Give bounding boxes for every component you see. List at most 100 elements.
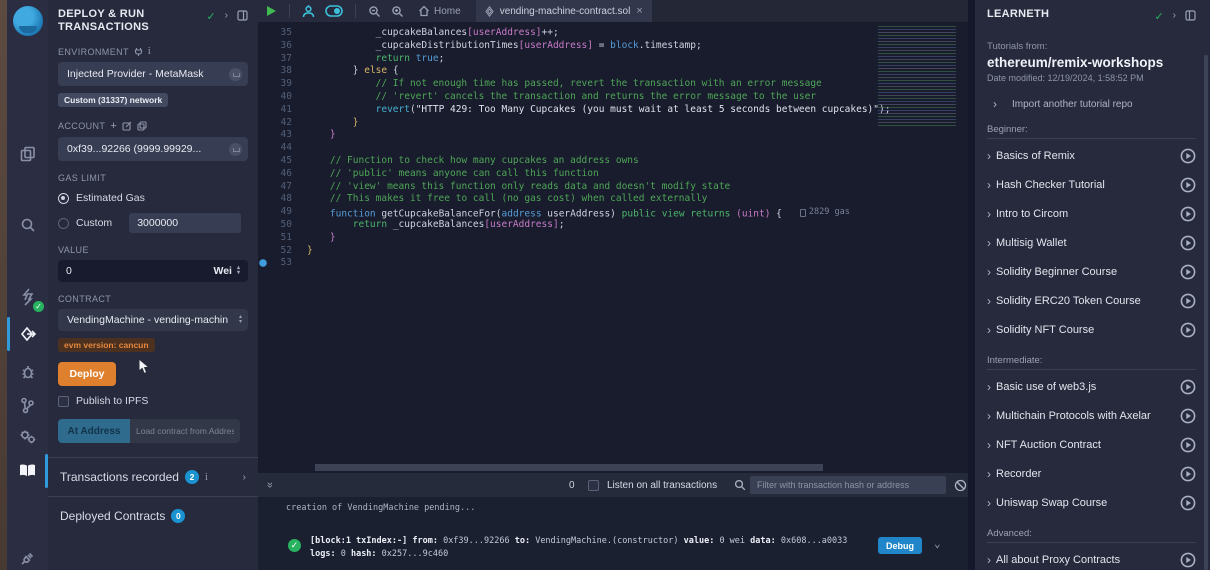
debug-button[interactable]: Debug — [878, 537, 922, 554]
tx-summary[interactable]: [block:1 txIndex:-] from: 0xf39...92266 … — [310, 535, 870, 561]
clear-console-icon[interactable] — [954, 479, 967, 492]
code-line[interactable]: 51 } — [258, 232, 968, 245]
deploy-and-run-icon[interactable] — [7, 321, 48, 347]
tutorial-row[interactable]: ›Recorder — [987, 461, 1196, 486]
add-account-icon[interactable]: + — [110, 120, 117, 132]
transaction-filter-input[interactable] — [750, 476, 946, 494]
code-line[interactable]: 45 // Function to check how many cupcake… — [258, 155, 968, 168]
code-line[interactable]: 49 function getCupcakeBalanceFor(address… — [258, 206, 968, 219]
tutorial-row[interactable]: ›Solidity NFT Course — [987, 317, 1196, 342]
learneth-icon[interactable] — [7, 458, 48, 482]
expand-transactions-icon[interactable]: › — [243, 472, 246, 483]
code-line[interactable]: 35 _cupcakeBalances[userAddress]++; — [258, 27, 968, 40]
play-tutorial-icon[interactable] — [1180, 437, 1196, 453]
listen-transactions-checkbox[interactable] — [588, 480, 599, 491]
code-line[interactable]: 47 // 'view' means this function only re… — [258, 181, 968, 194]
gutter[interactable] — [258, 78, 269, 91]
gutter[interactable] — [258, 168, 269, 181]
gutter[interactable] — [258, 232, 269, 245]
file-explorer-icon[interactable] — [7, 144, 48, 164]
code-line[interactable]: 44 — [258, 142, 968, 155]
code-line[interactable]: 39 // If not enough time has passed, rev… — [258, 78, 968, 91]
publish-ipfs-checkbox[interactable] — [58, 396, 69, 407]
code-line[interactable]: 43 } — [258, 129, 968, 142]
ai-toggle[interactable] — [325, 5, 343, 17]
remixai-assistant-icon[interactable] — [302, 5, 315, 18]
tutorial-row[interactable]: ›Multisig Wallet — [987, 230, 1196, 255]
debugger-icon[interactable] — [7, 362, 48, 382]
tutorial-row[interactable]: ›Hash Checker Tutorial — [987, 172, 1196, 197]
learneth-pin-icon[interactable] — [1185, 10, 1196, 21]
play-tutorial-icon[interactable] — [1180, 293, 1196, 309]
tutorial-row[interactable]: ›Uniswap Swap Course — [987, 490, 1196, 515]
plugin-connect-icon[interactable] — [7, 548, 48, 568]
account-select[interactable]: 0xf39...92266 (9999.99929... — [58, 137, 248, 161]
terminal-log[interactable]: creation of VendingMachine pending... ✓ … — [258, 497, 968, 570]
run-script-icon[interactable] — [266, 5, 277, 17]
play-tutorial-icon[interactable] — [1180, 408, 1196, 424]
environment-dropdown-icon[interactable] — [229, 68, 242, 81]
gutter[interactable] — [258, 206, 269, 219]
value-input[interactable] — [66, 265, 176, 277]
gutter[interactable] — [258, 65, 269, 78]
tutorial-row[interactable]: ›Solidity ERC20 Token Course — [987, 288, 1196, 313]
solidity-compiler-icon[interactable]: ✓ — [7, 285, 48, 309]
tutorial-row[interactable]: ›Basics of Remix — [987, 143, 1196, 168]
code-line[interactable]: 50 return _cupcakeBalances[userAddress]; — [258, 219, 968, 232]
gutter[interactable] — [258, 91, 269, 104]
custom-gas-radio[interactable] — [58, 218, 69, 229]
gutter[interactable] — [258, 40, 269, 53]
remix-logo-icon[interactable] — [7, 5, 48, 37]
tab-vending-machine-contract[interactable]: vending-machine-contract.sol × — [476, 0, 652, 22]
deploy-button[interactable]: Deploy — [58, 362, 116, 386]
play-tutorial-icon[interactable] — [1180, 379, 1196, 395]
play-tutorial-icon[interactable] — [1180, 466, 1196, 482]
code-editor[interactable]: 35 _cupcakeBalances[userAddress]++;36 _c… — [258, 22, 968, 486]
code-line[interactable]: 53 — [258, 257, 968, 270]
panel-pin-icon[interactable] — [237, 10, 248, 21]
code-line[interactable]: 42 } — [258, 117, 968, 130]
code-line[interactable]: 40 // 'revert' cancels the transaction a… — [258, 91, 968, 104]
code-line[interactable]: 48 // This makes it free to call (no gas… — [258, 193, 968, 206]
gutter[interactable] — [258, 142, 269, 155]
deployed-contracts-row[interactable]: Deployed Contracts 0 — [48, 497, 258, 535]
home-tab-label[interactable]: Home — [434, 6, 461, 17]
zoom-out-icon[interactable] — [368, 5, 381, 18]
tutorial-row[interactable]: ›Solidity Beginner Course — [987, 259, 1196, 284]
info-icon[interactable]: i — [205, 472, 208, 483]
estimated-gas-option[interactable]: Estimated Gas — [58, 192, 248, 204]
gutter[interactable] — [258, 155, 269, 168]
play-tutorial-icon[interactable] — [1180, 552, 1196, 568]
home-tab[interactable]: Home — [418, 5, 461, 17]
edit-account-icon[interactable] — [122, 121, 132, 131]
gutter[interactable] — [258, 181, 269, 194]
code-line[interactable]: 52} — [258, 245, 968, 258]
info-icon[interactable]: i — [148, 46, 151, 57]
gutter[interactable] — [258, 27, 269, 40]
code-line[interactable]: 36 _cupcakeDistributionTimes[userAddress… — [258, 40, 968, 53]
play-tutorial-icon[interactable] — [1180, 495, 1196, 511]
play-tutorial-icon[interactable] — [1180, 206, 1196, 222]
play-tutorial-icon[interactable] — [1180, 148, 1196, 164]
tab-close-icon[interactable]: × — [636, 5, 642, 17]
value-unit-select[interactable]: Wei ▴▾ — [214, 265, 241, 277]
settings-icon[interactable] — [7, 425, 48, 447]
play-tutorial-icon[interactable] — [1180, 177, 1196, 193]
gutter[interactable] — [258, 245, 269, 258]
minimap[interactable] — [878, 26, 956, 126]
at-address-button[interactable]: At Address — [58, 419, 130, 443]
estimated-gas-radio[interactable] — [58, 193, 69, 204]
code-line[interactable]: 38 } else { — [258, 65, 968, 78]
editor-horizontal-scrollbar[interactable] — [315, 464, 823, 471]
expand-terminal-icon[interactable]: « — [264, 482, 276, 488]
learneth-collapse-icon[interactable]: › — [1173, 10, 1176, 21]
search-icon[interactable] — [7, 215, 48, 235]
gutter[interactable] — [258, 117, 269, 130]
publish-ipfs-option[interactable]: Publish to IPFS — [58, 395, 248, 407]
gutter[interactable] — [258, 193, 269, 206]
tutorial-row[interactable]: ›All about Proxy Contracts — [987, 547, 1196, 570]
zoom-in-icon[interactable] — [391, 5, 404, 18]
breakpoint-dot[interactable] — [258, 257, 269, 270]
play-tutorial-icon[interactable] — [1180, 264, 1196, 280]
at-address-input[interactable] — [130, 419, 240, 443]
